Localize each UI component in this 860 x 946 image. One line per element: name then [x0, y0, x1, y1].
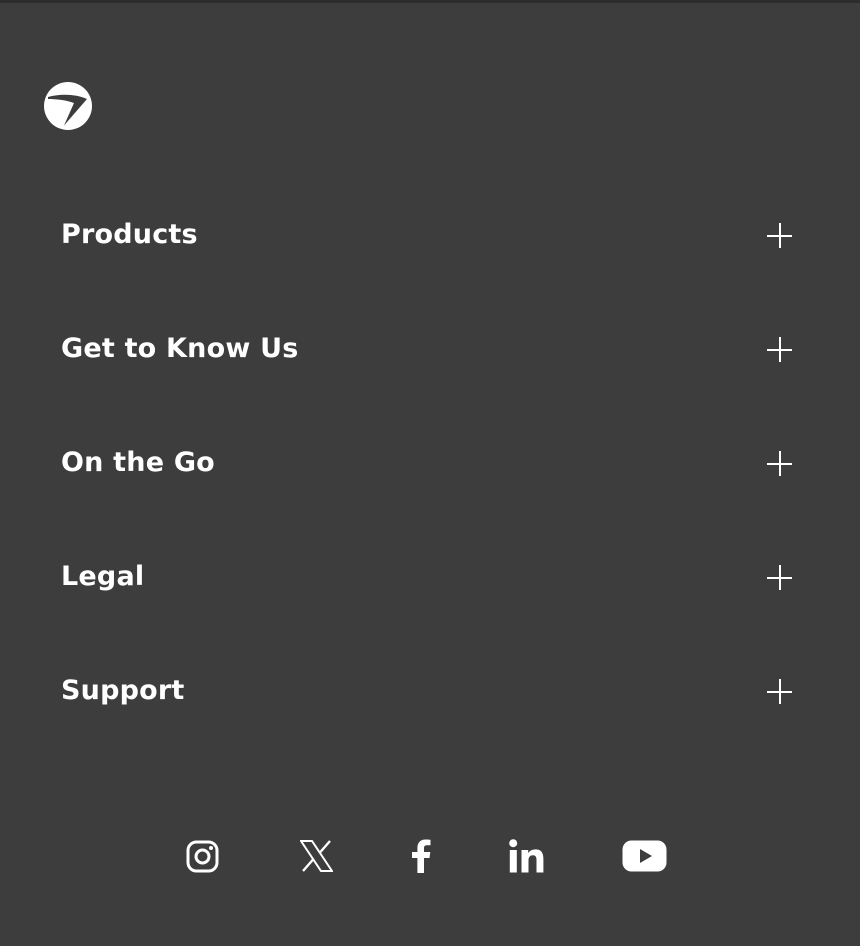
- facebook-link[interactable]: [408, 834, 434, 878]
- brand-logo[interactable]: [44, 82, 92, 130]
- footer-accordion: Products Get to Know Us On the Go Legal …: [0, 178, 860, 748]
- accordion-label-on-the-go: On the Go: [61, 447, 215, 478]
- instagram-icon: [186, 840, 218, 872]
- youtube-icon: [622, 840, 666, 872]
- accordion-label-products: Products: [61, 219, 198, 250]
- accordion-label-get-to-know-us: Get to Know Us: [61, 333, 299, 364]
- accordion-item-legal[interactable]: Legal: [0, 520, 860, 634]
- x-twitter-link[interactable]: [298, 834, 334, 878]
- accordion-label-legal: Legal: [61, 561, 145, 592]
- accordion-item-get-to-know-us[interactable]: Get to Know Us: [0, 292, 860, 406]
- plus-icon[interactable]: [767, 337, 792, 362]
- plus-icon[interactable]: [767, 679, 792, 704]
- linkedin-link[interactable]: [507, 834, 545, 878]
- x-twitter-icon: [299, 840, 333, 872]
- top-divider: [0, 0, 860, 3]
- accordion-item-on-the-go[interactable]: On the Go: [0, 406, 860, 520]
- accordion-item-support[interactable]: Support: [0, 634, 860, 748]
- plus-icon[interactable]: [767, 565, 792, 590]
- social-links: [0, 834, 860, 878]
- accordion-label-support: Support: [61, 675, 185, 706]
- brand-swoosh-circle-logo-icon: [44, 82, 92, 130]
- plus-icon[interactable]: [767, 223, 792, 248]
- facebook-icon: [412, 839, 431, 873]
- youtube-link[interactable]: [620, 834, 668, 878]
- linkedin-icon: [508, 839, 543, 873]
- accordion-item-products[interactable]: Products: [0, 178, 860, 292]
- plus-icon[interactable]: [767, 451, 792, 476]
- instagram-link[interactable]: [184, 834, 220, 878]
